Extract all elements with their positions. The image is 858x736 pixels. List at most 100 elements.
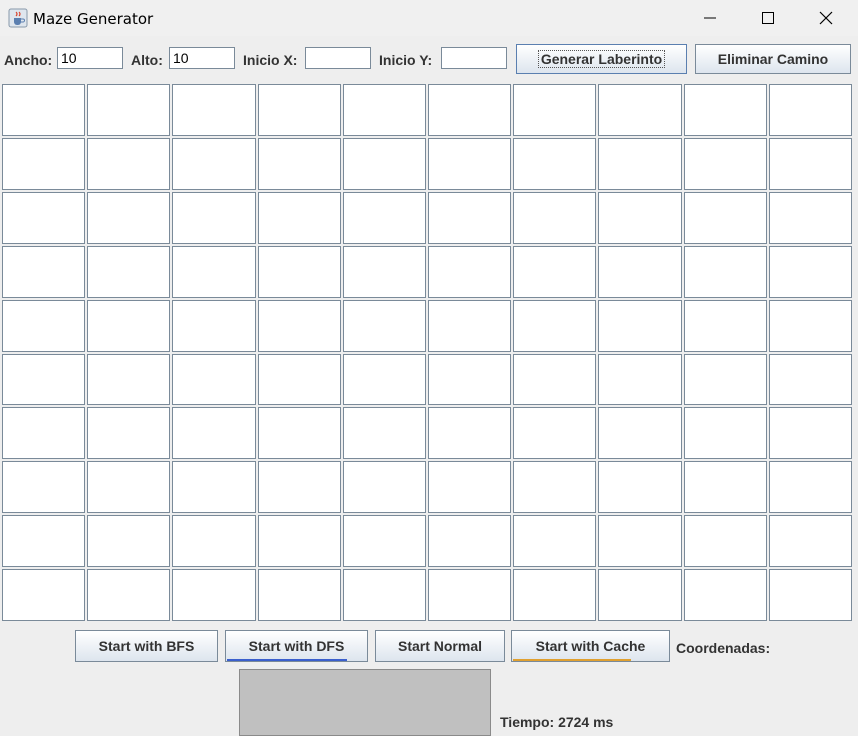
maze-cell[interactable] (683, 299, 767, 352)
maze-cell[interactable] (598, 299, 682, 352)
maze-cell[interactable] (768, 245, 852, 298)
maze-cell[interactable] (87, 353, 171, 406)
maze-cell[interactable] (87, 84, 171, 136)
maze-cell[interactable] (2, 461, 86, 514)
maze-cell[interactable] (683, 137, 767, 190)
maze-cell[interactable] (683, 461, 767, 514)
maze-cell[interactable] (342, 515, 426, 568)
maze-cell[interactable] (513, 191, 597, 244)
maze-cell[interactable] (257, 245, 341, 298)
maze-cell[interactable] (768, 461, 852, 514)
maze-cell[interactable] (683, 407, 767, 460)
maze-cell[interactable] (683, 245, 767, 298)
remove-path-button[interactable]: Eliminar Camino (695, 44, 851, 74)
maze-cell[interactable] (172, 245, 256, 298)
maze-cell[interactable] (513, 407, 597, 460)
maze-cell[interactable] (172, 407, 256, 460)
maze-cell[interactable] (427, 137, 512, 190)
maze-cell[interactable] (87, 137, 171, 190)
maze-cell[interactable] (87, 407, 171, 460)
maze-cell[interactable] (513, 299, 597, 352)
maze-cell[interactable] (172, 569, 256, 621)
maze-cell[interactable] (342, 299, 426, 352)
maze-cell[interactable] (598, 84, 682, 136)
maze-cell[interactable] (2, 515, 86, 568)
maze-cell[interactable] (768, 84, 852, 136)
maze-cell[interactable] (172, 515, 256, 568)
maze-cell[interactable] (768, 353, 852, 406)
maze-cell[interactable] (427, 245, 512, 298)
start-cache-button[interactable]: Start with Cache (511, 630, 670, 662)
maze-cell[interactable] (87, 299, 171, 352)
maze-cell[interactable] (87, 569, 171, 621)
maze-cell[interactable] (427, 84, 512, 136)
maze-cell[interactable] (683, 353, 767, 406)
maze-cell[interactable] (172, 299, 256, 352)
maze-cell[interactable] (768, 515, 852, 568)
minimize-button[interactable] (681, 0, 739, 36)
maze-cell[interactable] (87, 245, 171, 298)
maze-cell[interactable] (598, 353, 682, 406)
maze-cell[interactable] (2, 407, 86, 460)
maze-cell[interactable] (768, 407, 852, 460)
maze-cell[interactable] (257, 137, 341, 190)
maze-cell[interactable] (172, 137, 256, 190)
maze-cell[interactable] (598, 461, 682, 514)
maze-cell[interactable] (257, 515, 341, 568)
maze-cell[interactable] (342, 84, 426, 136)
maze-cell[interactable] (2, 299, 86, 352)
maze-cell[interactable] (2, 191, 86, 244)
maze-cell[interactable] (2, 569, 86, 621)
maze-cell[interactable] (257, 299, 341, 352)
maze-cell[interactable] (513, 245, 597, 298)
maze-cell[interactable] (427, 515, 512, 568)
maze-cell[interactable] (768, 137, 852, 190)
maximize-button[interactable] (739, 0, 797, 36)
maze-cell[interactable] (342, 137, 426, 190)
maze-cell[interactable] (87, 515, 171, 568)
maze-cell[interactable] (683, 84, 767, 136)
maze-cell[interactable] (427, 191, 512, 244)
maze-cell[interactable] (513, 137, 597, 190)
maze-cell[interactable] (342, 245, 426, 298)
maze-cell[interactable] (598, 245, 682, 298)
maze-cell[interactable] (683, 191, 767, 244)
ancho-input[interactable] (57, 47, 123, 69)
maze-cell[interactable] (427, 353, 512, 406)
maze-cell[interactable] (598, 407, 682, 460)
maze-cell[interactable] (427, 569, 512, 621)
maze-cell[interactable] (768, 191, 852, 244)
start-normal-button[interactable]: Start Normal (375, 630, 505, 662)
generate-maze-button[interactable]: Generar Laberinto (516, 44, 687, 74)
maze-cell[interactable] (172, 191, 256, 244)
maze-cell[interactable] (513, 569, 597, 621)
maze-cell[interactable] (513, 515, 597, 568)
maze-cell[interactable] (257, 461, 341, 514)
maze-cell[interactable] (513, 461, 597, 514)
maze-cell[interactable] (683, 569, 767, 621)
maze-cell[interactable] (2, 84, 86, 136)
maze-cell[interactable] (87, 461, 171, 514)
alto-input[interactable] (169, 47, 235, 69)
maze-cell[interactable] (2, 245, 86, 298)
start-dfs-button[interactable]: Start with DFS (225, 630, 368, 662)
maze-cell[interactable] (257, 191, 341, 244)
maze-cell[interactable] (257, 84, 341, 136)
maze-cell[interactable] (172, 84, 256, 136)
maze-cell[interactable] (598, 569, 682, 621)
maze-cell[interactable] (598, 137, 682, 190)
maze-cell[interactable] (172, 461, 256, 514)
maze-cell[interactable] (87, 191, 171, 244)
maze-cell[interactable] (257, 569, 341, 621)
maze-cell[interactable] (342, 353, 426, 406)
inicio-y-input[interactable] (441, 47, 507, 69)
maze-cell[interactable] (513, 353, 597, 406)
inicio-x-input[interactable] (305, 47, 371, 69)
maze-cell[interactable] (768, 299, 852, 352)
maze-cell[interactable] (257, 407, 341, 460)
maze-cell[interactable] (513, 84, 597, 136)
maze-cell[interactable] (172, 353, 256, 406)
close-button[interactable] (797, 0, 855, 36)
maze-cell[interactable] (342, 569, 426, 621)
maze-cell[interactable] (598, 515, 682, 568)
